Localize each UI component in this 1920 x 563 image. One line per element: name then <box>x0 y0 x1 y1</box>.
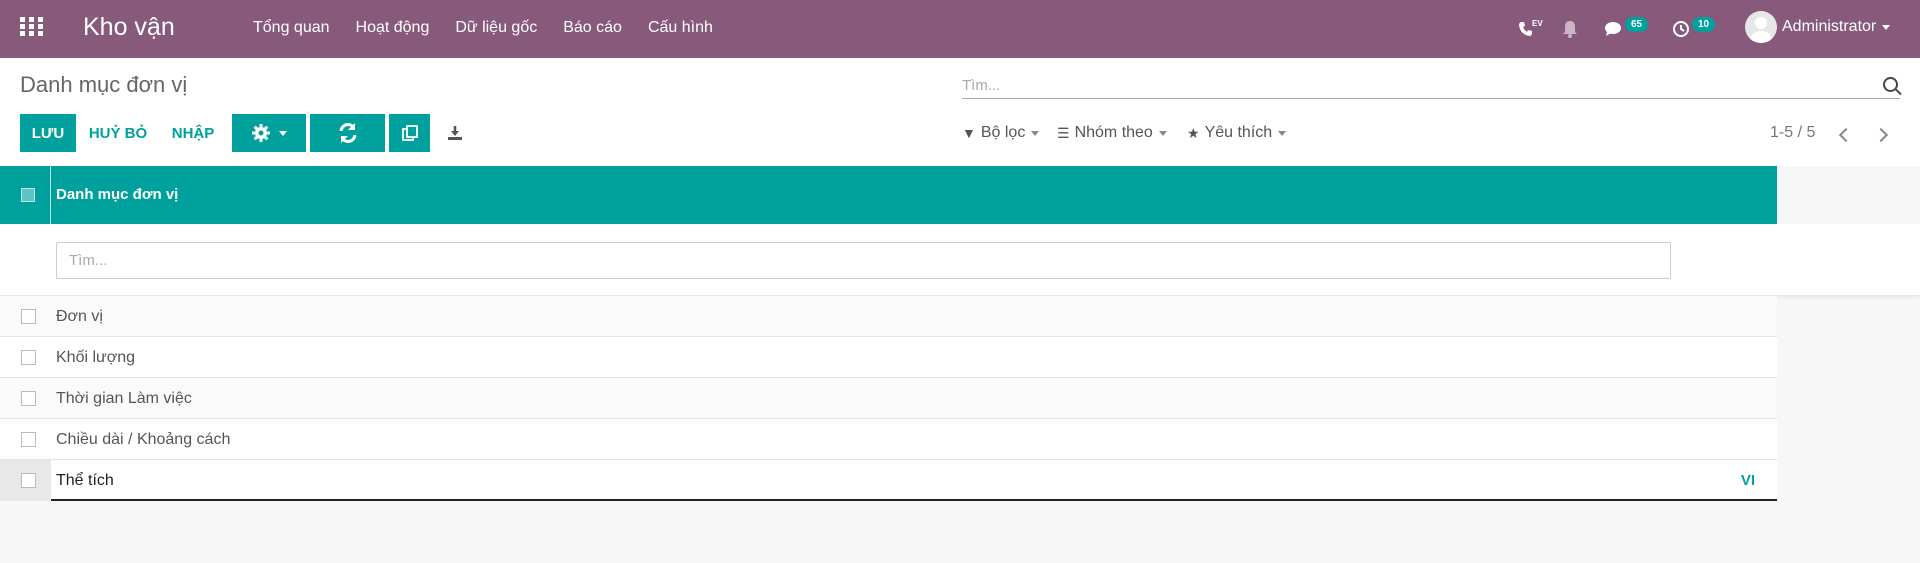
page-title: Danh mục đơn vị <box>20 72 188 97</box>
filters-label: Bộ lọc <box>980 124 1026 141</box>
copy-icon <box>401 125 418 141</box>
table-row-editing[interactable]: Thể tích VI <box>0 460 1777 501</box>
row-label: Đơn vị <box>56 308 103 325</box>
bell-icon[interactable] <box>1561 0 1579 58</box>
search-icon[interactable] <box>1883 77 1898 92</box>
table-row[interactable]: Đơn vị <box>0 296 1777 337</box>
menu-item-operations[interactable]: Hoạt động <box>356 0 430 58</box>
row-label-input[interactable]: Thể tích <box>56 472 114 490</box>
app-name[interactable]: Kho vận <box>83 13 175 42</box>
voip-label: EV <box>1532 18 1543 28</box>
menu-item-master-data[interactable]: Dữ liệu gốc <box>455 0 537 58</box>
chat-icon <box>1605 22 1621 36</box>
chevron-right-icon[interactable] <box>1876 126 1888 144</box>
chevron-down-icon <box>1158 130 1167 136</box>
row-label: Khối lượng <box>56 349 136 366</box>
select-all-checkbox[interactable] <box>21 188 35 202</box>
activities-count-badge: 10 <box>1692 16 1716 32</box>
pager-value[interactable]: 1-5 / 5 <box>1770 124 1815 142</box>
favorites-label: Yêu thích <box>1204 124 1273 141</box>
menu-item-overview[interactable]: Tổng quan <box>253 0 330 58</box>
row-checkbox[interactable] <box>21 391 36 406</box>
search-input[interactable] <box>962 72 1862 98</box>
favorites-dropdown[interactable]: ★ Yêu thích <box>1187 124 1287 142</box>
row-checkbox[interactable] <box>21 309 36 324</box>
messages-count-badge: 65 <box>1625 16 1649 32</box>
clock-icon <box>1673 21 1689 37</box>
save-button[interactable]: LƯU <box>20 114 76 152</box>
menu-item-configuration[interactable]: Cấu hình <box>648 0 713 58</box>
rows: Đơn vị Khối lượng Thời gian Làm việc Chi… <box>0 296 1777 501</box>
table-row[interactable]: Khối lượng <box>0 337 1777 378</box>
list-icon: ☰ <box>1057 124 1070 141</box>
apps-menu-icon[interactable] <box>20 17 44 41</box>
chevron-down-icon <box>1882 24 1891 30</box>
duplicate-button[interactable] <box>389 114 430 152</box>
voip-phone-icon[interactable]: EV <box>1517 0 1546 58</box>
main-menu: Tổng quan Hoạt động Dữ liệu gốc Báo cáo … <box>253 0 713 58</box>
download-icon <box>448 126 462 140</box>
menu-item-reporting[interactable]: Báo cáo <box>563 0 622 58</box>
row-label: Chiều dài / Khoảng cách <box>56 431 231 448</box>
language-button[interactable]: VI <box>1741 472 1755 489</box>
row-checkbox[interactable] <box>21 350 36 365</box>
table-row[interactable]: Thời gian Làm việc <box>0 378 1777 419</box>
column-search-input[interactable] <box>56 242 1671 279</box>
row-label: Thời gian Làm việc <box>56 390 192 407</box>
download-button[interactable] <box>440 114 470 152</box>
row-checkbox[interactable] <box>21 432 36 447</box>
filters-dropdown[interactable]: ▼ Bộ lọc <box>962 124 1040 142</box>
user-menu[interactable]: Administrator <box>1745 11 1891 43</box>
chevron-down-icon <box>1278 130 1287 136</box>
filter-row <box>0 224 1920 296</box>
groupby-dropdown[interactable]: ☰ Nhóm theo <box>1057 124 1167 142</box>
row-checkbox[interactable] <box>21 473 36 488</box>
chevron-down-icon <box>1031 130 1040 136</box>
refresh-button[interactable] <box>310 114 385 152</box>
star-icon: ★ <box>1187 124 1200 141</box>
refresh-icon <box>339 123 356 143</box>
gear-icon <box>252 124 270 142</box>
import-button[interactable]: NHẬP <box>162 114 224 152</box>
groupby-label: Nhóm theo <box>1074 124 1153 141</box>
user-name: Administrator <box>1782 18 1877 35</box>
column-header-name[interactable]: Danh mục đơn vị <box>56 186 178 203</box>
avatar <box>1745 11 1777 43</box>
search-bar <box>962 72 1900 99</box>
activity-menu[interactable]: 10 <box>1672 0 1716 58</box>
select-all-cell <box>0 166 51 224</box>
chevron-left-icon[interactable] <box>1838 126 1850 144</box>
table-row[interactable]: Chiều dài / Khoảng cách <box>0 419 1777 460</box>
table-header: Danh mục đơn vị <box>0 166 1777 224</box>
filter-icon: ▼ <box>962 125 976 141</box>
top-navbar: Kho vận Tổng quan Hoạt động Dữ liệu gốc … <box>0 0 1920 58</box>
discard-button[interactable]: HUỶ BỎ <box>80 114 156 152</box>
list-table: Danh mục đơn vị <box>0 166 1777 224</box>
table-body: Đơn vị Khối lượng Thời gian Làm việc Chi… <box>0 224 1920 501</box>
action-menu-button[interactable] <box>232 114 306 152</box>
messaging-menu[interactable]: 65 <box>1603 0 1649 58</box>
chevron-down-icon <box>279 130 287 136</box>
control-panel: Danh mục đơn vị LƯU HUỶ BỎ NHẬP ▼ Bộ lọ <box>0 58 1920 166</box>
